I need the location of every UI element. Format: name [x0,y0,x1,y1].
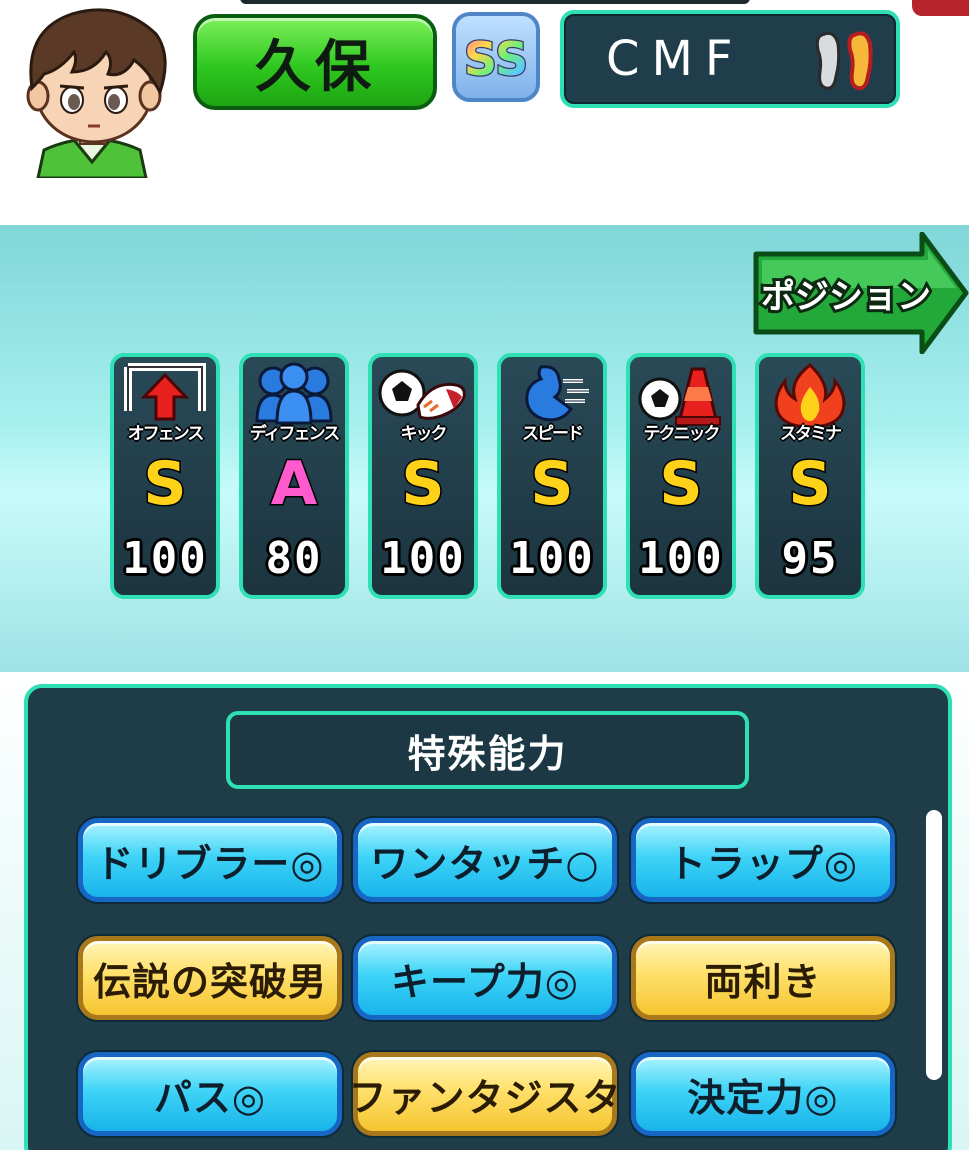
stat-value: 100 [638,533,724,584]
footedness-icon [815,31,873,91]
stat-value: 80 [265,533,323,584]
stat-grade: S [529,448,575,521]
stat-grade: S [658,448,704,521]
player-avatar [26,8,167,178]
player-position: CMF [606,31,745,87]
ability-badge[interactable]: 決定力◎ [631,1052,895,1136]
player-name: 久保 [255,34,375,100]
stat-label: オフェンス [127,424,205,444]
stat-value: 95 [781,533,839,584]
stat-grade: S [142,448,188,521]
player-header: 久保 SS CMF [0,0,969,225]
stat-value: 100 [122,533,208,584]
ability-badge[interactable]: パス◎ [78,1052,342,1136]
position-plate: CMF [560,10,900,108]
stat-grade: S [787,448,833,521]
stat-value: 100 [509,533,595,584]
stat-label: キック [400,424,448,444]
stat-label: テクニック [643,424,721,444]
stat-grade: A [269,448,318,521]
stat-label: スピード [522,424,584,444]
position-button-label: ポジション [761,277,931,317]
stat-value: 100 [380,533,466,584]
stat-card-offense[interactable]: オフェンス S 100 [110,353,220,599]
stat-grade: S [400,448,446,521]
ability-badge[interactable]: ワンタッチ○ [353,818,617,902]
player-name-plate: 久保 [193,14,437,110]
top-bar-edge [240,0,750,4]
stat-label: スタミナ [780,424,842,444]
abilities-title: 特殊能力 [226,711,749,789]
stat-card-stamina[interactable]: スタミナ S 95 [755,353,865,599]
abilities-scrollbar[interactable] [926,810,942,1080]
ability-badge[interactable]: トラップ◎ [631,818,895,902]
ability-badge[interactable]: 伝説の突破男 [78,936,342,1020]
stat-card-defense[interactable]: ディフェンス A 80 [239,353,349,599]
stat-cards: オフェンス S 100 ディフェンス A 80 キック S 100 スピード S… [110,353,870,599]
ability-badge[interactable]: ドリブラー◎ [78,818,342,902]
stat-card-kick[interactable]: キック S 100 [368,353,478,599]
ability-badge[interactable]: 両利き [631,936,895,1020]
stat-label: ディフェンス [249,424,340,444]
rank-badge: SS [452,12,540,102]
ability-badge[interactable]: キープ力◎ [353,936,617,1020]
rank-text: SS [464,32,528,86]
stat-card-technique[interactable]: テクニック S 100 [626,353,736,599]
close-tab[interactable] [912,0,969,16]
ability-badge[interactable]: ファンタジスタ [349,1052,621,1136]
rank-ss-icon: SS [463,31,530,87]
position-button[interactable]: ポジション [752,232,969,354]
stat-card-speed[interactable]: スピード S 100 [497,353,607,599]
